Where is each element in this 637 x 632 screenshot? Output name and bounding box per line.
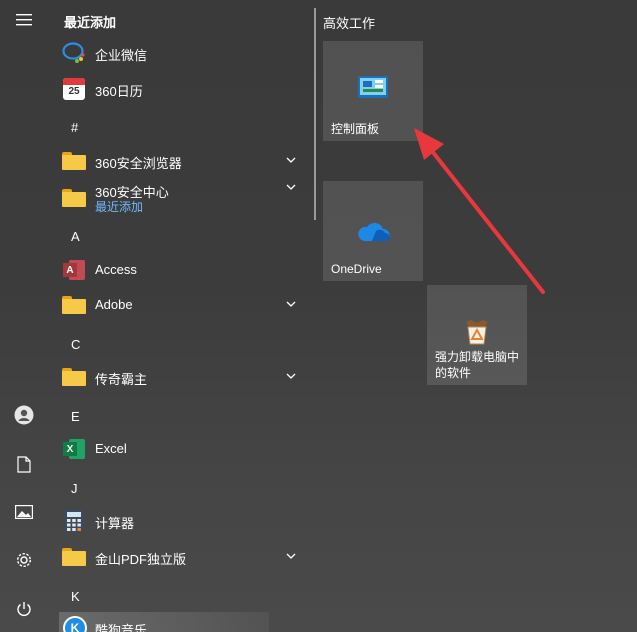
excel-icon: X: [62, 437, 86, 461]
wecom-icon: [62, 41, 86, 65]
folder-icon: [62, 545, 86, 569]
app-label: 传奇霸主: [95, 372, 148, 387]
app-label: 360安全浏览器: [95, 156, 182, 171]
chevron-down-icon[interactable]: [284, 153, 298, 167]
control-panel-icon: [357, 75, 389, 106]
chevron-down-icon[interactable]: [284, 297, 298, 311]
power-icon[interactable]: [12, 597, 36, 621]
settings-icon[interactable]: [12, 548, 36, 572]
letter-header-c[interactable]: C: [71, 337, 80, 352]
app-label: Excel: [95, 441, 127, 456]
app-folder-360-browser[interactable]: 360安全浏览器: [48, 143, 310, 179]
app-folder-360-security[interactable]: 360安全中心 最近添加: [48, 177, 310, 217]
app-folder-wps-pdf[interactable]: 金山PDF独立版: [48, 539, 310, 575]
app-item-calculator[interactable]: 计算器: [48, 503, 310, 539]
uninstaller-icon: [463, 319, 491, 350]
calendar-360-icon: 25: [62, 77, 86, 101]
tile-label: 控制面板: [331, 122, 380, 136]
tile-control-panel[interactable]: 控制面板: [323, 41, 423, 141]
app-label: 计算器: [95, 516, 135, 531]
kugou-icon: K: [63, 616, 87, 632]
folder-icon: [62, 293, 86, 317]
tile-onedrive[interactable]: OneDrive: [323, 181, 423, 281]
onedrive-icon: [356, 221, 390, 248]
tile-group-title[interactable]: 高效工作: [323, 13, 375, 32]
app-item-360-calendar[interactable]: 25 360日历: [48, 71, 310, 107]
letter-header-k[interactable]: K: [71, 589, 80, 604]
app-label: 企业微信: [95, 48, 148, 63]
letter-header-e[interactable]: E: [71, 409, 80, 424]
app-item-access[interactable]: A Access: [48, 252, 310, 288]
access-icon-letter: A: [63, 263, 77, 277]
tile-label-line2: 的软件: [435, 366, 472, 380]
tile-label-line1: 强力卸载电脑中: [435, 350, 520, 364]
user-icon[interactable]: [12, 403, 36, 427]
chevron-down-icon[interactable]: [284, 549, 298, 563]
folder-icon: [62, 186, 86, 210]
app-list: 最近添加 企业微信 25 360日历 # 360安全浏览器 360安全中心 最近…: [48, 0, 310, 632]
scrollbar[interactable]: [314, 8, 316, 220]
document-icon[interactable]: [12, 452, 36, 476]
app-label: 360日历: [95, 84, 143, 99]
tile-uninstaller[interactable]: 强力卸载电脑中 的软件: [427, 285, 527, 385]
calculator-icon: [62, 509, 86, 533]
chevron-down-icon[interactable]: [284, 180, 298, 194]
app-label: Adobe: [95, 297, 133, 312]
app-label: 酷狗音乐: [95, 623, 148, 632]
tile-label: OneDrive: [331, 262, 382, 276]
app-label: Access: [95, 262, 137, 277]
chevron-down-icon[interactable]: [284, 369, 298, 383]
folder-icon: [62, 149, 86, 173]
calendar-day: 25: [68, 86, 80, 97]
left-rail: [0, 0, 48, 632]
app-item-excel[interactable]: X Excel: [48, 431, 310, 467]
recent-header: 最近添加: [64, 15, 117, 30]
pictures-icon[interactable]: [12, 500, 36, 524]
app-label: 金山PDF独立版: [95, 552, 187, 567]
letter-header-a[interactable]: A: [71, 229, 80, 244]
app-item-wecom[interactable]: 企业微信: [48, 35, 310, 71]
app-folder-adobe[interactable]: Adobe: [48, 287, 310, 323]
app-item-kugou[interactable]: K 酷狗音乐: [59, 612, 269, 632]
folder-icon: [62, 365, 86, 389]
excel-icon-letter: X: [63, 442, 77, 456]
app-folder-chuanqi[interactable]: 传奇霸主: [48, 359, 310, 395]
recently-added-tag: 最近添加: [95, 200, 144, 214]
menu-icon[interactable]: [12, 8, 36, 32]
letter-header-j[interactable]: J: [71, 481, 78, 496]
access-icon: A: [62, 258, 86, 282]
letter-header-hash[interactable]: #: [71, 120, 78, 135]
